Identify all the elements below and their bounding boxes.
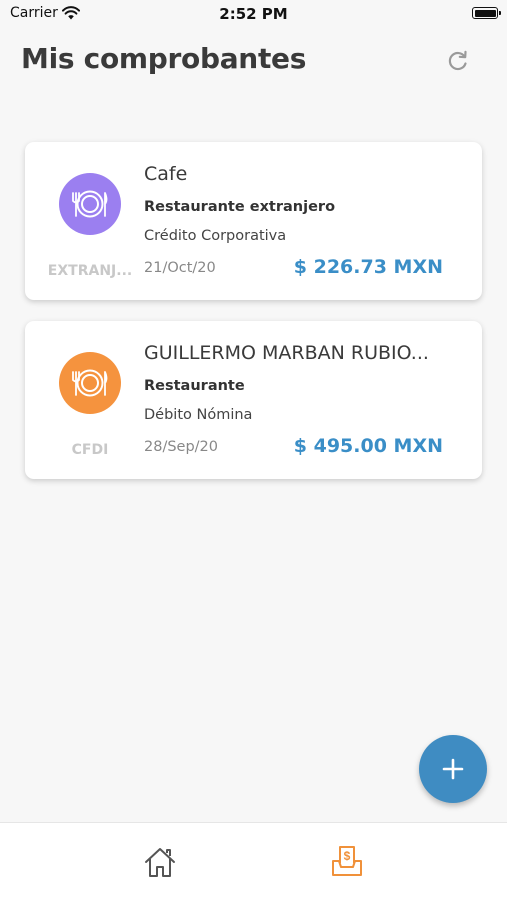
receipt-card[interactable]: EXTRANJ... Cafe Restaurante extranjero C… bbox=[25, 142, 482, 300]
refresh-icon[interactable] bbox=[444, 47, 472, 75]
restaurant-icon bbox=[59, 352, 121, 414]
add-receipt-button[interactable] bbox=[419, 735, 487, 803]
payment-method: Crédito Corporativa bbox=[144, 228, 287, 244]
category-label: Restaurante bbox=[144, 378, 245, 394]
page-title: Mis comprobantes bbox=[21, 42, 307, 75]
payment-method: Débito Nómina bbox=[144, 407, 253, 423]
battery-icon bbox=[472, 7, 501, 19]
receipt-type-label: CFDI bbox=[71, 442, 109, 458]
bottom-nav: $ bbox=[0, 822, 507, 901]
category-label: Restaurante extranjero bbox=[144, 199, 336, 215]
home-icon[interactable] bbox=[140, 843, 180, 883]
merchant-name: GUILLERMO MARBAN RUBIO... bbox=[144, 342, 429, 364]
restaurant-icon bbox=[59, 173, 121, 235]
receipt-date: 21/Oct/20 bbox=[144, 260, 216, 276]
plus-icon bbox=[442, 758, 464, 780]
receipt-type-label: EXTRANJ... bbox=[47, 263, 133, 279]
receipt-card[interactable]: CFDI GUILLERMO MARBAN RUBIO... Restauran… bbox=[25, 321, 482, 479]
receipt-amount: $ 226.73 MXN bbox=[293, 256, 443, 278]
receipt-amount: $ 495.00 MXN bbox=[293, 435, 443, 457]
svg-text:$: $ bbox=[344, 849, 351, 863]
receipt-icon[interactable]: $ bbox=[327, 841, 367, 881]
merchant-name: Cafe bbox=[144, 163, 188, 185]
status-bar: Carrier 2:52 PM bbox=[0, 0, 507, 30]
status-time: 2:52 PM bbox=[219, 5, 288, 23]
receipt-date: 28/Sep/20 bbox=[144, 439, 219, 455]
